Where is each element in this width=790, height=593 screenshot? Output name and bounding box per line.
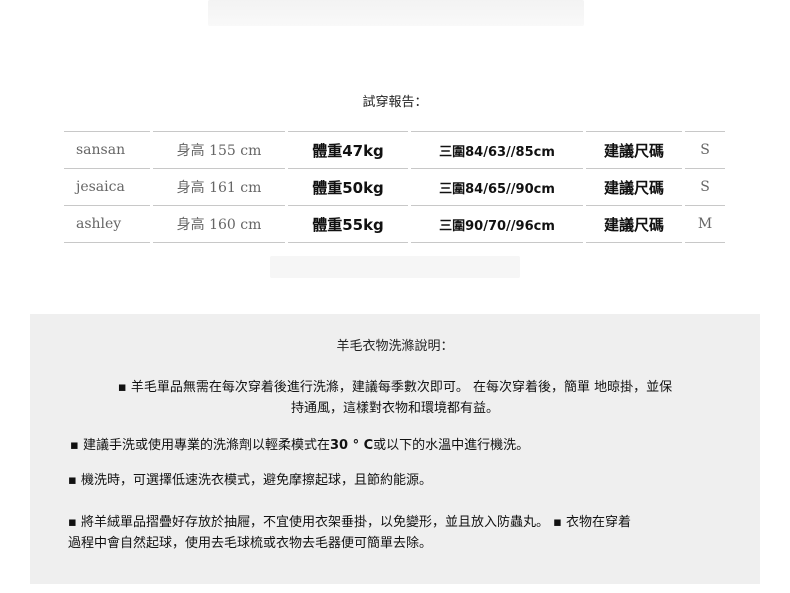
- model-measurements: 三圍84/65//90cm: [411, 168, 583, 205]
- suggested-size: S: [685, 131, 725, 168]
- fitting-report-table: sansan 身高 155 cm 體重47kg 三圍84/63//85cm 建議…: [61, 131, 728, 243]
- wash-temperature: 30 ° C: [329, 438, 374, 453]
- care-instruction-4-line-1: ▪ 將羊絨單品摺疊好存放於抽屜，不宜使用衣架垂掛，以免變形，並且放入防蟲丸。 ▪…: [68, 515, 632, 530]
- model-name: jesaica: [64, 168, 150, 205]
- care-instruction-3: ▪ 機洗時，可選擇低速洗衣模式，避免摩擦起球，且節約能源。: [68, 473, 432, 488]
- care-instruction-2: ▪ 建議手洗或使用專業的洗滌劑以輕柔模式在30 ° C或以下的水溫中進行機洗。: [70, 435, 730, 456]
- table-row: ashley 身高 160 cm 體重55kg 三圍90/70//96cm 建議…: [64, 205, 725, 243]
- care-instruction-1-line-2: 持通風，這樣對衣物和環境都有益。: [290, 401, 499, 416]
- model-measurements: 三圍84/63//85cm: [411, 131, 583, 168]
- model-name: sansan: [64, 131, 150, 168]
- model-weight: 體重50kg: [288, 168, 408, 205]
- suggested-size: M: [685, 205, 725, 243]
- model-weight: 體重47kg: [288, 131, 408, 168]
- table-row: sansan 身高 155 cm 體重47kg 三圍84/63//85cm 建議…: [64, 131, 725, 168]
- model-height: 身高 155 cm: [153, 131, 285, 168]
- care-instruction-1: ▪ 羊毛單品無需在每次穿着後進行洗滌，建議每季數次即可。 在每次穿着後，簡單 地…: [60, 377, 730, 419]
- model-measurements: 三圍90/70//96cm: [411, 205, 583, 243]
- care-title: 羊毛衣物洗滌說明：: [336, 339, 454, 354]
- care-instruction-2-text: ▪ 建議手洗或使用專業的洗滌劑以輕柔模式在: [70, 438, 330, 453]
- wool-care-panel: 羊毛衣物洗滌說明： ▪ 羊毛單品無需在每次穿着後進行洗滌，建議每季數次即可。 在…: [30, 314, 760, 584]
- care-instruction-4-line-2: 過程中會自然起球，使用去毛球梳或衣物去毛器便可簡單去除。: [68, 536, 433, 551]
- care-instruction-4: ▪ 將羊絨單品摺疊好存放於抽屜，不宜使用衣架垂掛，以免變形，並且放入防蟲丸。 ▪…: [68, 512, 728, 554]
- suggested-size-label: 建議尺碼: [586, 168, 682, 205]
- model-name: ashley: [64, 205, 150, 243]
- suggested-size: S: [685, 168, 725, 205]
- model-weight: 體重55kg: [288, 205, 408, 243]
- care-instruction-2-text-end: 或以下的水溫中進行機洗。: [373, 438, 530, 453]
- table-row: jesaica 身高 161 cm 體重50kg 三圍84/65//90cm 建…: [64, 168, 725, 205]
- care-instruction-1-line-1: ▪ 羊毛單品無需在每次穿着後進行洗滌，建議每季數次即可。 在每次穿着後，簡單 地…: [117, 380, 673, 395]
- top-blurred-area: [208, 0, 584, 26]
- suggested-size-label: 建議尺碼: [586, 205, 682, 243]
- bottom-blurred-area: [270, 256, 520, 278]
- suggested-size-label: 建議尺碼: [586, 131, 682, 168]
- report-title: 試穿報告：: [362, 95, 428, 110]
- model-height: 身高 161 cm: [153, 168, 285, 205]
- model-height: 身高 160 cm: [153, 205, 285, 243]
